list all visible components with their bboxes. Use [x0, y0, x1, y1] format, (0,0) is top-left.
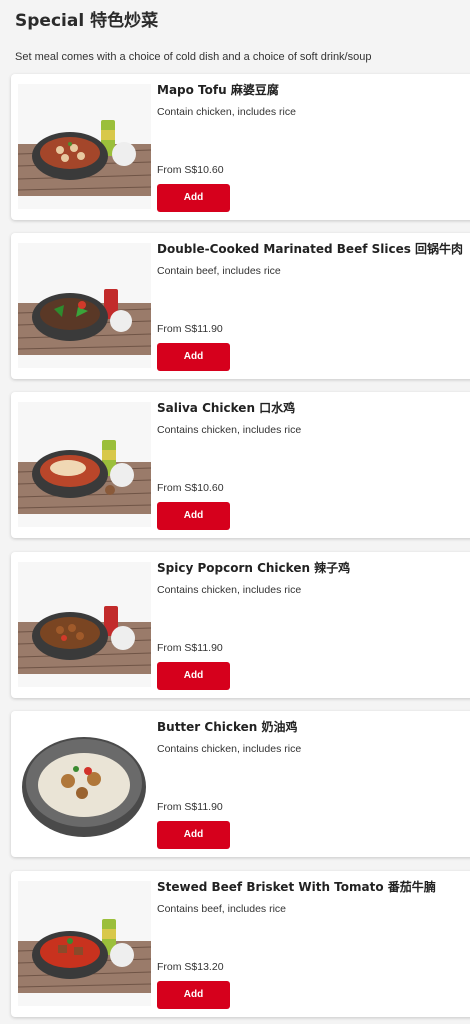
item-description: Contain chicken, includes rice — [157, 106, 296, 118]
item-price: From S$10.60 — [157, 164, 224, 176]
item-description: Contain beef, includes rice — [157, 265, 281, 277]
dish-photo — [18, 562, 151, 687]
item-name: Stewed Beef Brisket With Tomato 番茄牛腩 — [157, 880, 436, 894]
add-button[interactable]: Add — [157, 184, 230, 212]
item-name: Spicy Popcorn Chicken 辣子鸡 — [157, 561, 351, 575]
menu-item-card[interactable]: Stewed Beef Brisket With Tomato 番茄牛腩 Con… — [11, 871, 470, 1017]
item-description: Contains chicken, includes rice — [157, 424, 302, 436]
item-name: Double-Cooked Marinated Beef Slices 回锅牛肉 — [157, 242, 464, 256]
menu-item-card[interactable]: Butter Chicken 奶油鸡 Contains chicken, inc… — [11, 711, 470, 857]
item-description: Contains chicken, includes rice — [157, 743, 302, 755]
add-button[interactable]: Add — [157, 662, 230, 690]
item-name: Mapo Tofu 麻婆豆腐 — [157, 83, 279, 97]
item-description: Contains chicken, includes rice — [157, 584, 302, 596]
item-price: From S$13.20 — [157, 961, 224, 973]
item-price: From S$11.90 — [157, 323, 223, 335]
add-button[interactable]: Add — [157, 502, 230, 530]
dish-photo — [18, 721, 151, 846]
item-name: Saliva Chicken 口水鸡 — [157, 401, 296, 415]
add-button[interactable]: Add — [157, 343, 230, 371]
item-description: Contains beef, includes rice — [157, 903, 286, 915]
dish-photo — [18, 243, 151, 368]
menu-item-card[interactable]: Mapo Tofu 麻婆豆腐 Contain chicken, includes… — [11, 74, 470, 220]
dish-photo — [18, 881, 151, 1006]
add-button[interactable]: Add — [157, 981, 230, 1009]
section-subtitle: Set meal comes with a choice of cold dis… — [15, 51, 372, 63]
dish-photo — [18, 84, 151, 209]
menu-item-card[interactable]: Double-Cooked Marinated Beef Slices 回锅牛肉… — [11, 233, 470, 379]
item-price: From S$11.90 — [157, 642, 223, 654]
dish-photo — [18, 402, 151, 527]
section-header: Special 特色炒菜 Set meal comes with a choic… — [15, 10, 460, 64]
item-name: Butter Chicken 奶油鸡 — [157, 720, 298, 734]
item-price: From S$10.60 — [157, 482, 224, 494]
section-title: Special 特色炒菜 — [15, 11, 159, 31]
menu-item-card[interactable]: Saliva Chicken 口水鸡 Contains chicken, inc… — [11, 392, 470, 538]
add-button[interactable]: Add — [157, 821, 230, 849]
menu-item-card[interactable]: Spicy Popcorn Chicken 辣子鸡 Contains chick… — [11, 552, 470, 698]
item-price: From S$11.90 — [157, 801, 223, 813]
